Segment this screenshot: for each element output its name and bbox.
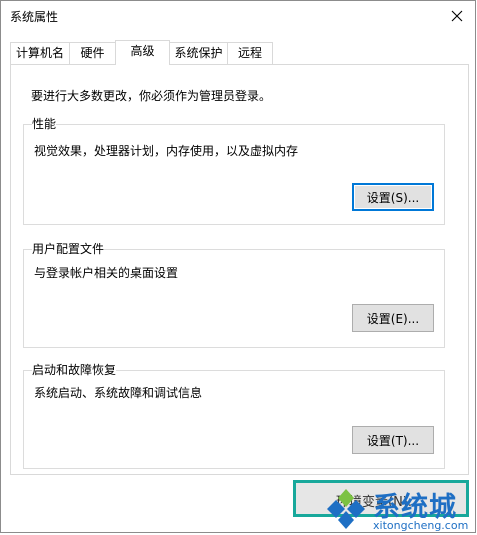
startup-recovery-group: 启动和故障恢复 系统启动、系统故障和调试信息 设置(T)...	[23, 363, 445, 469]
tab-computer-name[interactable]: 计算机名	[10, 42, 70, 64]
user-profiles-group-title: 用户配置文件	[32, 242, 105, 256]
startup-recovery-group-title: 启动和故障恢复	[32, 363, 117, 377]
performance-settings-button[interactable]: 设置(S)...	[352, 183, 434, 211]
tab-remote[interactable]: 远程	[227, 42, 273, 64]
user-profiles-settings-button[interactable]: 设置(E)...	[352, 304, 434, 332]
system-properties-window: 系统属性 计算机名 硬件 高级 系统保护 远程 要进行大多数更改，你必须作为管理…	[0, 0, 476, 533]
tab-hardware[interactable]: 硬件	[69, 42, 116, 64]
admin-notice: 要进行大多数更改，你必须作为管理员登录。	[31, 89, 272, 103]
close-button[interactable]	[439, 1, 475, 31]
user-profiles-description: 与登录帐户相关的桌面设置	[34, 266, 179, 280]
user-profiles-group: 用户配置文件 与登录帐户相关的桌面设置 设置(E)...	[23, 242, 445, 348]
performance-group: 性能 视觉效果，处理器计划，内存使用，以及虚拟内存 设置(S)...	[23, 117, 445, 225]
startup-recovery-description: 系统启动、系统故障和调试信息	[34, 386, 203, 400]
site-watermark: 系统城 xitongcheng.com	[323, 485, 477, 535]
window-title: 系统属性	[10, 10, 59, 24]
tab-strip: 计算机名 硬件 高级 系统保护 远程	[10, 40, 470, 65]
startup-recovery-settings-button[interactable]: 设置(T)...	[352, 426, 434, 454]
advanced-tab-panel: 要进行大多数更改，你必须作为管理员登录。 性能 视觉效果，处理器计划，内存使用，…	[10, 64, 469, 475]
title-bar: 系统属性	[1, 1, 475, 32]
watermark-logo-icon	[327, 489, 365, 529]
close-icon	[451, 10, 463, 22]
performance-group-title: 性能	[32, 117, 57, 131]
watermark-url: xitongcheng.com	[373, 519, 469, 532]
tab-advanced[interactable]: 高级	[115, 40, 170, 65]
performance-description: 视觉效果，处理器计划，内存使用，以及虚拟内存	[34, 144, 299, 158]
tab-system-protection[interactable]: 系统保护	[169, 42, 228, 64]
